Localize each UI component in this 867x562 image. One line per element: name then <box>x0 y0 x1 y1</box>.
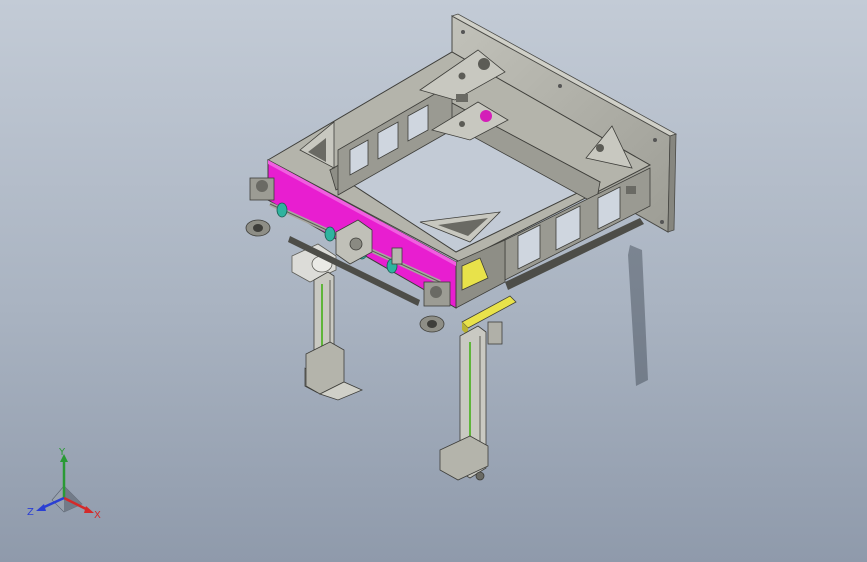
triad-z-label: Z <box>27 507 34 518</box>
triad-z-arrow-icon <box>36 504 46 511</box>
triad-y-label: Y <box>58 447 66 458</box>
left-linear-actuator[interactable] <box>305 271 364 401</box>
reference-triad[interactable]: Y X Z <box>24 446 106 526</box>
right-linear-actuator[interactable] <box>439 321 503 481</box>
cad-graphics-viewport[interactable]: Y X Z <box>0 0 867 562</box>
triad-x-arrow-icon <box>84 506 94 513</box>
assembly-model[interactable] <box>0 0 867 562</box>
triad-x-label: X <box>94 510 101 521</box>
